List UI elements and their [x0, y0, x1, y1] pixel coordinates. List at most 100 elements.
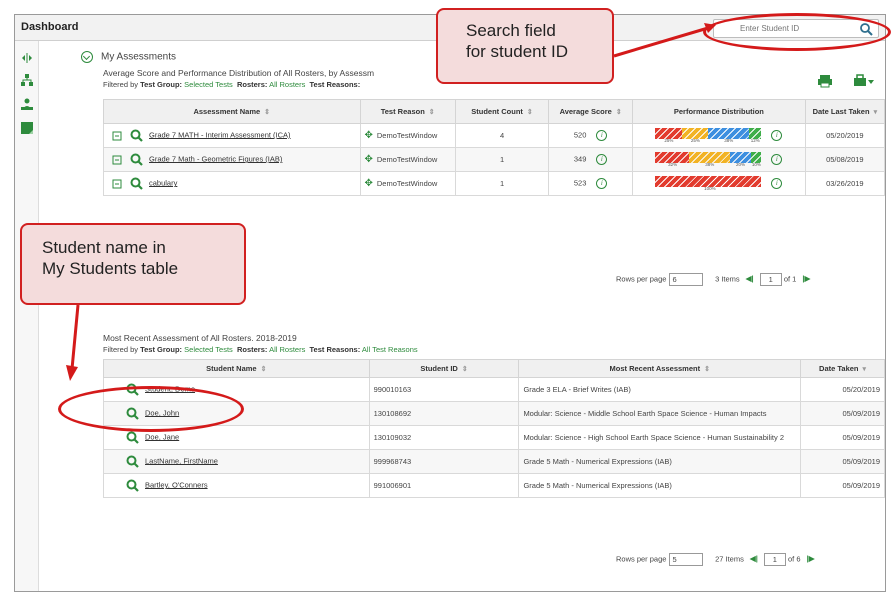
info-icon[interactable]: i — [596, 154, 608, 165]
print-icon[interactable] — [817, 74, 833, 88]
search-callout-line-1: Search field — [466, 21, 556, 40]
distribution-segment-label: 38% — [724, 138, 734, 143]
student-name-link[interactable]: LastName, FirstName — [145, 456, 218, 465]
next-page-icon[interactable]: |▶ — [802, 274, 810, 283]
report-icon[interactable] — [20, 121, 34, 135]
expand-row-icon[interactable] — [112, 179, 122, 189]
distribution-segment-label: 38% — [705, 162, 715, 167]
sort-icon[interactable]: ⇕ — [261, 366, 267, 373]
sort-icon[interactable]: ⇕ — [429, 109, 435, 116]
my-students-filter: Filtered by Test Group: Selected Tests R… — [103, 345, 418, 354]
assessment-name-cell: Grade 7 MATH - Interim Assessment (ICA) — [103, 123, 361, 148]
my-assessments-pager: Rows per page 6 3 Items ◀| 1 of 1 |▶ — [616, 273, 811, 286]
download-menu-icon[interactable] — [853, 74, 875, 88]
assessment-name-link[interactable]: cabulary — [149, 178, 177, 187]
chevron-down-icon[interactable] — [81, 51, 93, 63]
average-score-cell: 523 i — [548, 171, 634, 196]
sort-icon[interactable]: ⇕ — [527, 109, 533, 116]
my-assessments-heading[interactable]: My Assessments — [81, 51, 176, 63]
callout-arrow — [613, 23, 716, 58]
assessment-name-link[interactable]: Grade 7 MATH - Interim Assessment (ICA) — [149, 130, 291, 139]
student-id-cell: 130108692 — [368, 401, 520, 426]
most-recent-assessment-cell: Grade 3 ELA - Brief Writes (IAB) — [518, 377, 802, 402]
average-score-cell: 349 i — [548, 147, 634, 172]
assessment-name-cell: cabulary — [103, 171, 361, 196]
magnifier-icon[interactable] — [130, 153, 143, 166]
col-average-score[interactable]: Average Score ⇕ — [548, 99, 634, 124]
info-icon[interactable]: i — [596, 130, 608, 141]
test-reason-cell: ✥ DemoTestWindow — [359, 147, 456, 172]
info-icon[interactable]: i — [771, 178, 783, 189]
move-icon[interactable]: ✥ — [365, 154, 373, 165]
col-performance-distribution: Performance Distribution — [632, 99, 806, 124]
my-students-pager: Rows per page 5 27 Items ◀| 1 of 6 |▶ — [616, 553, 815, 566]
next-page-icon[interactable]: |▶ — [807, 554, 815, 563]
student-name-cell: Bartley, O'Conners — [103, 473, 370, 498]
col-student-count[interactable]: Student Count ⇕ — [454, 99, 550, 124]
callout-arrow — [66, 304, 80, 381]
info-icon[interactable]: i — [596, 178, 608, 189]
page-number-input[interactable]: 1 — [759, 273, 782, 286]
col-most-recent-assessment[interactable]: Most Recent Assessment ⇕ — [518, 359, 802, 378]
my-assessments-filter: Filtered by Test Group: Selected Tests R… — [103, 80, 361, 89]
expand-row-icon[interactable] — [112, 155, 122, 165]
dashboard-content: My Assessments Average Score and Perform… — [39, 41, 886, 591]
student-name-callout: Student name in My Students table — [20, 223, 246, 305]
student-row: LastName, FirstName 999968743 Grade 5 Math… — [103, 449, 885, 474]
distribution-segment-label: 10% — [751, 162, 761, 167]
sort-icon[interactable]: ⇕ — [462, 366, 468, 373]
student-id-cell: 999968743 — [368, 449, 520, 474]
sort-icon[interactable]: ⇕ — [704, 366, 710, 373]
move-icon[interactable]: ✥ — [365, 178, 373, 189]
info-icon[interactable]: i — [771, 130, 783, 141]
date-last-taken-cell: 05/20/2019 — [804, 123, 886, 148]
my-students-subtitle: Most Recent Assessment of All Rosters. 2… — [103, 333, 297, 343]
magnifier-icon[interactable] — [130, 129, 143, 142]
previous-page-icon[interactable]: ◀| — [750, 554, 758, 563]
my-assessments-table: Assessment Name ⇕ Test Reason ⇕ Student Co… — [103, 99, 886, 196]
search-highlight-oval — [703, 13, 891, 51]
test-reason-cell: ✥ DemoTestWindow — [359, 171, 456, 196]
student-name-callout-line-1: Student name in — [42, 238, 166, 257]
performance-distribution-bar[interactable]: 32% 38% 20% 10% — [655, 152, 762, 167]
assessment-row: Grade 7 MATH - Interim Assessment (ICA) ✥… — [103, 123, 886, 148]
distribution-segment-label: 32% — [668, 162, 678, 167]
page-number-input[interactable]: 1 — [763, 553, 786, 566]
roster-icon[interactable] — [20, 97, 34, 111]
sort-icon[interactable]: ⇕ — [264, 109, 270, 116]
performance-distribution-bar[interactable]: 100% — [655, 176, 762, 191]
date-taken-cell: 05/09/2019 — [800, 425, 885, 450]
distribution-segment-label: 20% — [735, 162, 745, 167]
magnifier-icon[interactable] — [126, 431, 139, 444]
left-toolbar — [15, 41, 39, 591]
most-recent-assessment-cell: Modular: Science - High School Earth Spa… — [518, 425, 802, 450]
info-icon[interactable]: i — [771, 154, 783, 165]
col-assessment-name[interactable]: Assessment Name ⇕ — [103, 99, 361, 124]
sort-icon[interactable]: ▾ — [863, 366, 867, 373]
performance-distribution-bar[interactable]: 25% 25% 38% 12% — [655, 128, 762, 143]
col-student-id[interactable]: Student ID ⇕ — [368, 359, 520, 378]
student-row: Doe, Jane 130109032 Modular: Science - Hig… — [103, 425, 885, 450]
hierarchy-icon[interactable] — [20, 73, 34, 87]
col-student-name[interactable]: Student Name ⇕ — [103, 359, 370, 378]
col-date-taken[interactable]: Date Taken ▾ — [800, 359, 885, 378]
assessment-name-link[interactable]: Grade 7 Math - Geometric Figures (IAB) — [149, 154, 282, 163]
rows-per-page-input[interactable]: 5 — [668, 553, 703, 566]
distribution-segment-label: 25% — [664, 138, 674, 143]
student-name-link[interactable]: Doe, Jane — [145, 432, 179, 441]
date-last-taken-cell: 03/26/2019 — [804, 171, 886, 196]
magnifier-icon[interactable] — [126, 455, 139, 468]
date-last-taken-cell: 05/08/2019 — [804, 147, 886, 172]
col-date-last-taken[interactable]: Date Last Taken ▾ — [804, 99, 886, 124]
magnifier-icon[interactable] — [130, 177, 143, 190]
expand-row-icon[interactable] — [112, 131, 122, 141]
rows-per-page-input[interactable]: 6 — [668, 273, 703, 286]
move-icon[interactable]: ✥ — [365, 130, 373, 141]
expand-collapse-icon[interactable] — [20, 51, 34, 65]
student-name-link[interactable]: Bartley, O'Conners — [145, 480, 208, 489]
magnifier-icon[interactable] — [126, 479, 139, 492]
previous-page-icon[interactable]: ◀| — [746, 274, 754, 283]
sort-icon[interactable]: ⇕ — [616, 109, 622, 116]
sort-icon[interactable]: ▾ — [874, 109, 878, 116]
col-test-reason[interactable]: Test Reason ⇕ — [359, 99, 456, 124]
